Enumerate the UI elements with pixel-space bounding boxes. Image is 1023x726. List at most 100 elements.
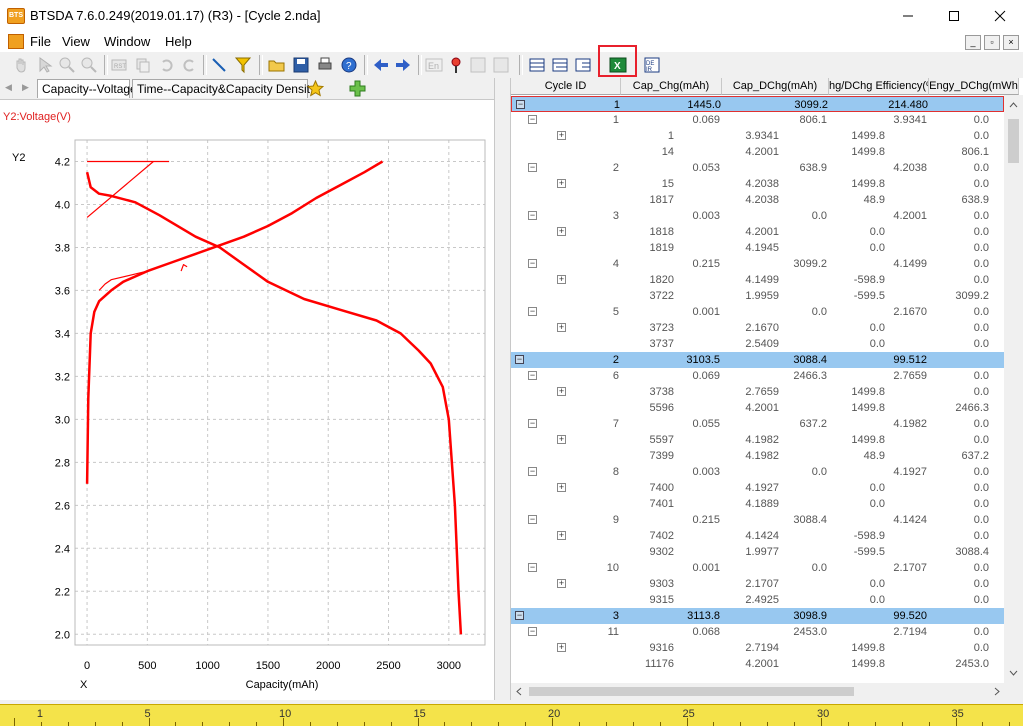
- filter-icon[interactable]: [234, 56, 252, 74]
- step-row[interactable]: −9 0.215 3088.4 4.1424 0.0: [511, 512, 1004, 528]
- hand-pan-icon[interactable]: [12, 56, 30, 74]
- record-row[interactable]: +3723 2.1670 0.0 0.0: [511, 320, 1004, 336]
- step-row[interactable]: −2 0.053 638.9 4.2038 0.0: [511, 160, 1004, 176]
- data-report-icon[interactable]: DEIR: [643, 56, 661, 74]
- vertical-scrollbar[interactable]: [1004, 95, 1023, 683]
- copy-icon[interactable]: [134, 56, 152, 74]
- mdi-close-button[interactable]: ×: [1003, 35, 1019, 50]
- tab-capacity-voltage[interactable]: Capacity--Voltage: [37, 79, 137, 98]
- record-row[interactable]: +1 3.9341 1499.8 0.0: [511, 128, 1004, 144]
- undo-icon[interactable]: [158, 56, 176, 74]
- star-icon[interactable]: [307, 80, 324, 97]
- column-header-2[interactable]: Cap_DChg(mAh): [722, 78, 829, 95]
- expand-icon[interactable]: +: [557, 323, 566, 332]
- menu-view[interactable]: View: [62, 34, 90, 49]
- record-row[interactable]: +9316 2.7194 1499.8 0.0: [511, 640, 1004, 656]
- step-row[interactable]: −11 0.068 2453.0 2.7194 0.0: [511, 624, 1004, 640]
- step-row[interactable]: −8 0.003 0.0 4.1927 0.0: [511, 464, 1004, 480]
- mdi-minimize-button[interactable]: _: [965, 35, 981, 50]
- column-header-1[interactable]: Cap_Chg(mAh): [621, 78, 722, 95]
- document-icon[interactable]: [8, 34, 24, 49]
- cycle-row[interactable]: −23103.53088.499.51211: [511, 352, 1019, 368]
- cycle-row[interactable]: −33113.83098.999.52011: [511, 608, 1019, 624]
- pin-marker-icon[interactable]: [447, 56, 465, 74]
- arrow-right-icon[interactable]: [394, 56, 412, 74]
- zoom-in-icon[interactable]: [58, 56, 76, 74]
- step-row[interactable]: −1 0.069 806.1 3.9341 0.0: [511, 112, 1004, 128]
- help-icon[interactable]: ?: [340, 56, 358, 74]
- tab-time-capacity[interactable]: Time--Capacity&Capacity Density: [132, 79, 316, 98]
- horizontal-scroll-thumb[interactable]: [529, 687, 854, 696]
- record-row[interactable]: 9315 2.4925 0.0 0.0: [511, 592, 1004, 608]
- expand-icon[interactable]: +: [557, 643, 566, 652]
- expand-icon[interactable]: +: [557, 387, 566, 396]
- step-row[interactable]: −7 0.055 637.2 4.1982 0.0: [511, 416, 1004, 432]
- time-ruler[interactable]: 1 5 10 15 20 25 30 35: [0, 704, 1023, 726]
- record-row[interactable]: +5597 4.1982 1499.8 0.0: [511, 432, 1004, 448]
- record-row[interactable]: +9303 2.1707 0.0 0.0: [511, 576, 1004, 592]
- record-row[interactable]: +15 4.2038 1499.8 0.0: [511, 176, 1004, 192]
- record-row[interactable]: 3737 2.5409 0.0 0.0: [511, 336, 1004, 352]
- record-row[interactable]: 9302 1.9977 -599.5 3088.4: [511, 544, 1004, 560]
- step-row[interactable]: −4 0.215 3099.2 4.1499 0.0: [511, 256, 1004, 272]
- step-row[interactable]: −5 0.001 0.0 2.1670 0.0: [511, 304, 1004, 320]
- expand-icon[interactable]: +: [557, 131, 566, 140]
- record-row[interactable]: 7399 4.1982 48.9 637.2: [511, 448, 1004, 464]
- reset-view-icon[interactable]: RST: [110, 56, 128, 74]
- step-layer-icon[interactable]: [551, 56, 569, 74]
- save-icon[interactable]: [292, 56, 310, 74]
- record-row[interactable]: 1817 4.2038 48.9 638.9: [511, 192, 1004, 208]
- expand-icon[interactable]: +: [557, 435, 566, 444]
- line-tool-icon[interactable]: [210, 56, 228, 74]
- record-row[interactable]: 5596 4.2001 1499.8 2466.3: [511, 400, 1004, 416]
- scroll-up-icon[interactable]: [1009, 102, 1018, 108]
- expand-icon[interactable]: +: [557, 579, 566, 588]
- cycle-layer-icon[interactable]: [528, 56, 546, 74]
- step-row[interactable]: −6 0.069 2466.3 2.7659 0.0: [511, 368, 1004, 384]
- record-row[interactable]: 1819 4.1945 0.0 0.0: [511, 240, 1004, 256]
- open-folder-icon[interactable]: [268, 56, 286, 74]
- horizontal-scrollbar[interactable]: [511, 683, 1023, 700]
- add-tab-icon[interactable]: [349, 80, 366, 97]
- minimize-button[interactable]: [885, 0, 931, 31]
- scroll-down-icon[interactable]: [1009, 670, 1018, 676]
- capacity-voltage-chart[interactable]: Y2:Voltage(V) Y2 X Capacity(mAh) 2.0 2.2 2…: [0, 100, 494, 700]
- maximize-button[interactable]: [931, 0, 977, 31]
- scroll-right-icon[interactable]: [994, 687, 1000, 696]
- record-row[interactable]: 7401 4.1889 0.0 0.0: [511, 496, 1004, 512]
- record-row[interactable]: 11176 4.2001 1499.8 2453.0: [511, 656, 1004, 672]
- record-row[interactable]: +1818 4.2001 0.0 0.0: [511, 224, 1004, 240]
- panel-splitter[interactable]: [494, 78, 511, 700]
- zoom-out-icon[interactable]: [80, 56, 98, 74]
- expand-icon[interactable]: +: [557, 531, 566, 540]
- menu-file[interactable]: File: [30, 34, 51, 49]
- english-language-icon[interactable]: En: [425, 56, 443, 74]
- column-header-0[interactable]: Cycle ID: [511, 78, 621, 95]
- step-row[interactable]: −3 0.003 0.0 4.2001 0.0: [511, 208, 1004, 224]
- expand-icon[interactable]: +: [557, 275, 566, 284]
- print-icon[interactable]: [316, 56, 334, 74]
- record-row[interactable]: 14 4.2001 1499.8 806.1: [511, 144, 1004, 160]
- menu-window[interactable]: Window: [104, 34, 150, 49]
- cycle-row[interactable]: −11445.03099.2214.48011: [511, 96, 1020, 112]
- close-button[interactable]: [977, 0, 1023, 31]
- redo-icon[interactable]: [180, 56, 198, 74]
- expand-icon[interactable]: +: [557, 483, 566, 492]
- record-row[interactable]: +7400 4.1927 0.0 0.0: [511, 480, 1004, 496]
- pointer-icon[interactable]: [36, 56, 54, 74]
- arrow-left-icon[interactable]: [372, 56, 390, 74]
- record-row[interactable]: +3738 2.7659 1499.8 0.0: [511, 384, 1004, 400]
- expand-icon[interactable]: +: [557, 179, 566, 188]
- tab-scroll-left-icon[interactable]: ◀: [5, 82, 12, 93]
- column-header-3[interactable]: hg/DChg Efficiency(%: [829, 78, 929, 95]
- menu-help[interactable]: Help: [165, 34, 192, 49]
- scroll-left-icon[interactable]: [516, 687, 522, 696]
- record-layer-icon[interactable]: [574, 56, 592, 74]
- expand-icon[interactable]: +: [557, 227, 566, 236]
- step-row[interactable]: −10 0.001 0.0 2.1707 0.0: [511, 560, 1004, 576]
- record-row[interactable]: +1820 4.1499 -598.9 0.0: [511, 272, 1004, 288]
- record-row[interactable]: +7402 4.1424 -598.9 0.0: [511, 528, 1004, 544]
- column-header-4[interactable]: Engy_DChg(mWh: [929, 78, 1019, 95]
- record-table-icon[interactable]: [492, 56, 510, 74]
- step-table-icon[interactable]: [469, 56, 487, 74]
